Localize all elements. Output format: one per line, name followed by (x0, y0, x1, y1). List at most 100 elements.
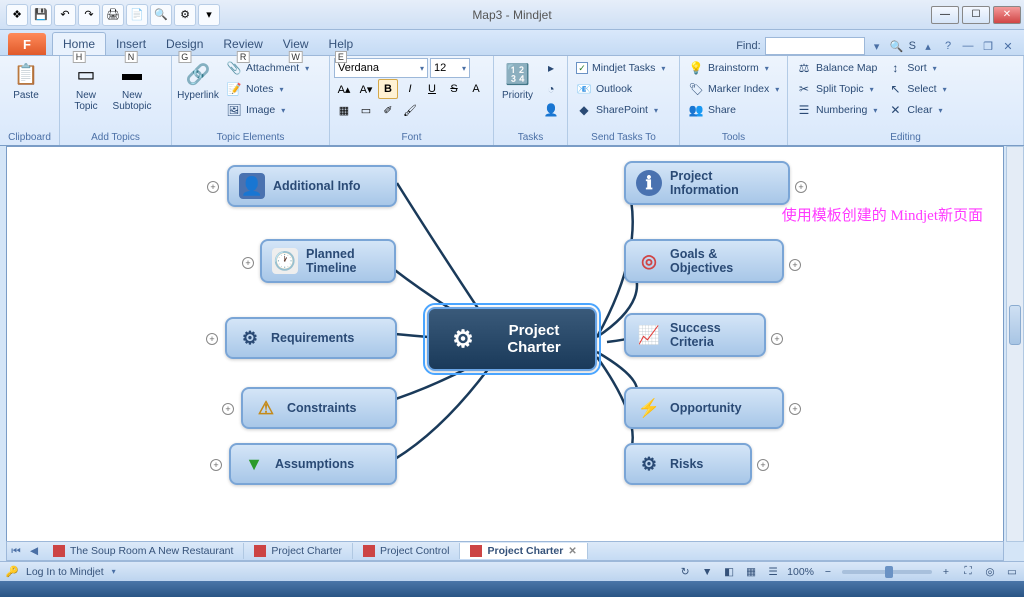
balance-map-button[interactable]: ⚖Balance Map (792, 58, 881, 78)
numbering-button[interactable]: ☰Numbering▾ (792, 100, 881, 120)
task-progress-button[interactable]: ◔ (539, 79, 563, 99)
mindjet-tasks-button[interactable]: ✓Mindjet Tasks▾ (572, 58, 669, 78)
marker-index-button[interactable]: 🏷Marker Index▾ (684, 79, 783, 99)
qat-save-icon[interactable]: 💾 (30, 4, 52, 26)
node-constraints[interactable]: ⚠Constraints (241, 387, 397, 429)
zoom-out-button[interactable]: − (820, 564, 836, 580)
task-flag-button[interactable]: ▸ (539, 58, 563, 78)
new-subtopic-button[interactable]: ▬New Subtopic (110, 58, 154, 114)
expand-handle[interactable]: + (207, 181, 219, 193)
map-canvas[interactable]: ⚙ Project Charter 👤Additional Info + 🕐Pl… (6, 146, 1004, 542)
zoom-slider[interactable] (842, 570, 932, 574)
mdi-close-icon[interactable]: ✕ (1000, 38, 1016, 54)
filter-icon[interactable]: ▼ (699, 564, 715, 580)
notes-button[interactable]: 📝Notes▾ (222, 79, 313, 99)
qat-app-icon[interactable]: ❖ (6, 4, 28, 26)
login-dropdown[interactable]: ▾ (112, 567, 116, 576)
help-icon[interactable]: ? (940, 38, 956, 54)
login-link[interactable]: Log In to Mindjet (26, 566, 104, 578)
sync-icon[interactable]: ↻ (677, 564, 693, 580)
node-assumptions[interactable]: ▼Assumptions (229, 443, 397, 485)
tab-review[interactable]: ReviewR (213, 33, 272, 55)
maximize-button[interactable]: ☐ (962, 6, 990, 24)
minimize-button[interactable]: — (931, 6, 959, 24)
qat-redo-icon[interactable]: ↷ (78, 4, 100, 26)
login-icon[interactable]: 🔑 (4, 564, 20, 580)
node-risks[interactable]: ⚙Risks (624, 443, 752, 485)
tab-close-icon[interactable]: ✕ (568, 546, 576, 557)
strike-button[interactable]: S (444, 79, 464, 99)
bold-button[interactable]: B (378, 79, 398, 99)
vertical-scrollbar[interactable] (1006, 146, 1024, 542)
qat-undo-icon[interactable]: ↶ (54, 4, 76, 26)
qat-btn6[interactable]: 📄 (126, 4, 148, 26)
node-additional-info[interactable]: 👤Additional Info (227, 165, 397, 207)
hyperlink-button[interactable]: 🔗Hyperlink (176, 58, 220, 103)
shrink-font-button[interactable]: A▾ (356, 79, 376, 99)
node-center[interactable]: ⚙ Project Charter (427, 307, 597, 371)
ribbon-minimize-icon[interactable]: ▴ (920, 38, 936, 54)
doc-tab-active[interactable]: Project Charter✕ (460, 543, 587, 559)
underline-button[interactable]: U (422, 79, 442, 99)
grow-font-button[interactable]: A▴ (334, 79, 354, 99)
expand-handle[interactable]: + (795, 181, 807, 193)
tab-view[interactable]: ViewW (273, 33, 319, 55)
italic-button[interactable]: I (400, 79, 420, 99)
tab-nav-first[interactable]: ⏮ (7, 542, 25, 560)
expand-handle[interactable]: + (789, 403, 801, 415)
expand-handle[interactable]: + (210, 459, 222, 471)
view-outline-icon[interactable]: ☰ (765, 564, 781, 580)
paste-button[interactable]: 📋Paste (4, 58, 48, 103)
select-button[interactable]: ↖Select▾ (883, 79, 950, 99)
fill-color-button[interactable]: ▦ (334, 100, 354, 120)
find-input[interactable] (765, 37, 865, 55)
line-color-button[interactable]: ▭ (356, 100, 376, 120)
sort-button[interactable]: ↕Sort▾ (883, 58, 950, 78)
fit-map-icon[interactable]: ⛶ (960, 564, 976, 580)
split-topic-button[interactable]: ✂Split Topic▾ (792, 79, 881, 99)
image-button[interactable]: 🖼Image▾ (222, 100, 313, 120)
tab-design[interactable]: DesignG (156, 33, 213, 55)
view-map-icon[interactable]: ▦ (743, 564, 759, 580)
zoom-in-button[interactable]: + (938, 564, 954, 580)
node-planned-timeline[interactable]: 🕐Planned Timeline (260, 239, 396, 283)
qat-btn9[interactable]: ▾ (198, 4, 220, 26)
doc-tab[interactable]: Project Control (353, 543, 460, 559)
mdi-min-icon[interactable]: — (960, 38, 976, 54)
format-painter-button[interactable]: 🖌 (400, 100, 420, 120)
expand-handle[interactable]: + (222, 403, 234, 415)
brainstorm-button[interactable]: 💡Brainstorm▾ (684, 58, 783, 78)
task-resource-button[interactable]: 👤 (539, 100, 563, 120)
node-project-information[interactable]: ℹProject Information (624, 161, 790, 205)
node-requirements[interactable]: ⚙Requirements (225, 317, 397, 359)
share-button[interactable]: 👥Share (684, 100, 783, 120)
binoculars-icon[interactable]: 🔍 (889, 38, 905, 54)
expand-handle[interactable]: + (771, 333, 783, 345)
doc-tab[interactable]: Project Charter (244, 543, 353, 559)
outlook-button[interactable]: 📧Outlook (572, 79, 669, 99)
find-dropdown-icon[interactable]: ▾ (869, 38, 885, 54)
tab-insert[interactable]: InsertN (106, 33, 156, 55)
sharepoint-button[interactable]: ◆SharePoint▾ (572, 100, 669, 120)
node-opportunity[interactable]: ⚡Opportunity (624, 387, 784, 429)
qat-btn8[interactable]: ⚙ (174, 4, 196, 26)
zoom-thumb[interactable] (885, 566, 893, 578)
font-color-button[interactable]: A (466, 79, 486, 99)
selection-icon[interactable]: ▭ (1004, 564, 1020, 580)
file-tab[interactable]: F (8, 33, 46, 55)
expand-handle[interactable]: + (789, 259, 801, 271)
close-button[interactable]: ✕ (993, 6, 1021, 24)
clear-button[interactable]: ✕Clear▾ (883, 100, 950, 120)
mdi-restore-icon[interactable]: ❐ (980, 38, 996, 54)
node-goals-objectives[interactable]: ◎Goals & Objectives (624, 239, 784, 283)
expand-handle[interactable]: + (242, 257, 254, 269)
node-success-criteria[interactable]: 📈Success Criteria (624, 313, 766, 357)
font-family-combo[interactable]: Verdana▾ (334, 58, 428, 78)
scrollbar-thumb[interactable] (1009, 305, 1021, 345)
qat-btn7[interactable]: 🔍 (150, 4, 172, 26)
doc-tab[interactable]: The Soup Room A New Restaurant (43, 543, 244, 559)
new-topic-button[interactable]: ▭New Topic (64, 58, 108, 114)
qat-print-icon[interactable]: 🖨 (102, 4, 124, 26)
expand-handle[interactable]: + (206, 333, 218, 345)
center-map-icon[interactable]: ◎ (982, 564, 998, 580)
